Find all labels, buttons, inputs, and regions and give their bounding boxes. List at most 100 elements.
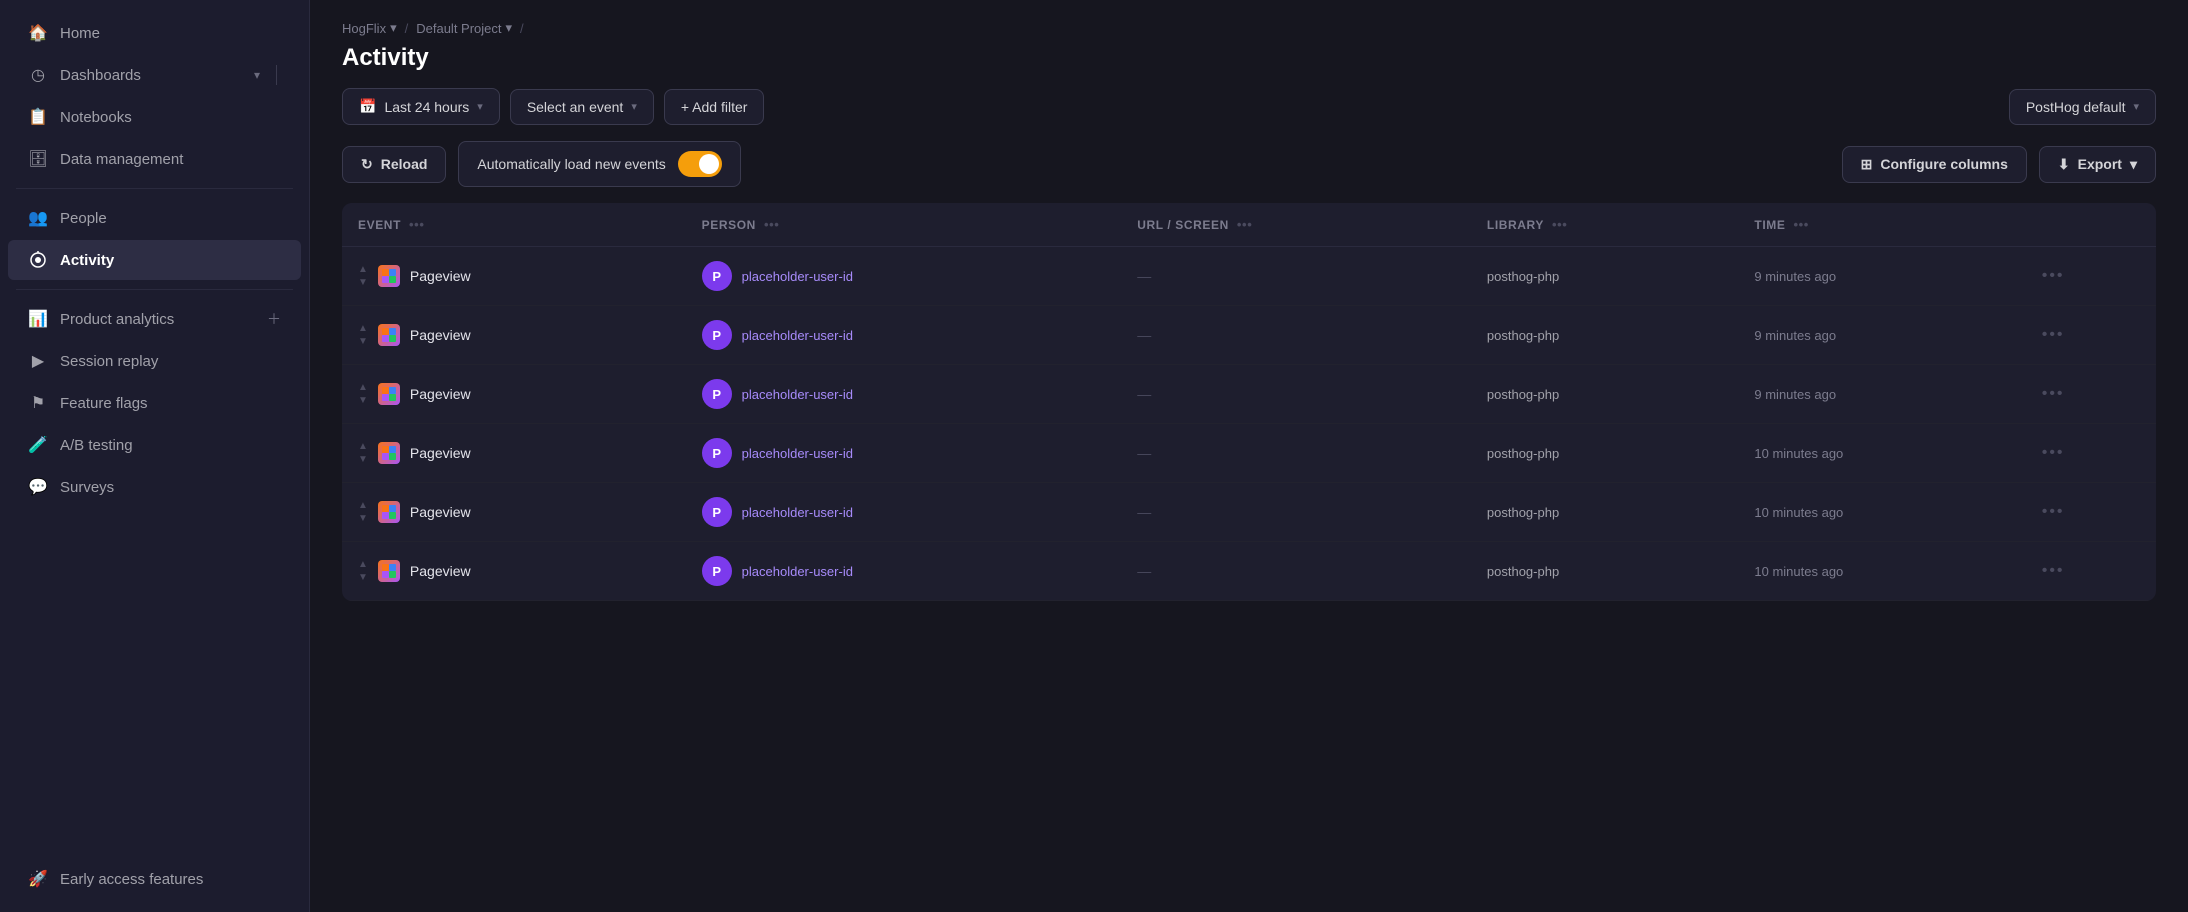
event-cell: ▲ ▼ Pageview xyxy=(342,424,686,483)
col-menu-icon[interactable]: ••• xyxy=(764,217,779,232)
col-menu-icon[interactable]: ••• xyxy=(409,217,424,232)
table-row[interactable]: ▲ ▼ Pageview P placeholder-user-id xyxy=(342,542,2156,601)
sidebar-item-product-analytics[interactable]: 📊 Product analytics ＋ xyxy=(8,299,301,339)
row-menu-button[interactable]: ••• xyxy=(2042,385,2065,402)
row-actions-cell: ••• xyxy=(2026,483,2156,542)
library-name: posthog-php xyxy=(1487,505,1559,520)
row-menu-button[interactable]: ••• xyxy=(2042,326,2065,343)
event-type-icon xyxy=(378,442,400,464)
expand-arrows[interactable]: ▲ ▼ xyxy=(358,559,368,583)
expand-arrows[interactable]: ▲ ▼ xyxy=(358,264,368,288)
reload-button[interactable]: ↻ Reload xyxy=(342,146,446,183)
table-row[interactable]: ▲ ▼ Pageview P placeholder-user-id xyxy=(342,306,2156,365)
library-cell: posthog-php xyxy=(1471,365,1739,424)
time-range-button[interactable]: 📅 Last 24 hours ▾ xyxy=(342,88,500,125)
breadcrumb-project[interactable]: Default Project ▾ xyxy=(416,20,512,36)
person-id[interactable]: placeholder-user-id xyxy=(742,564,853,579)
export-icon: ⬇ xyxy=(2058,156,2070,173)
breadcrumb-org[interactable]: HogFlix ▾ xyxy=(342,20,397,36)
person-id[interactable]: placeholder-user-id xyxy=(742,505,853,520)
col-menu-icon[interactable]: ••• xyxy=(1793,217,1808,232)
home-icon: 🏠 xyxy=(28,23,48,43)
event-type-icon xyxy=(378,265,400,287)
sidebar-item-dashboards[interactable]: ◷ Dashboards ▾ xyxy=(8,55,301,95)
expand-arrows[interactable]: ▲ ▼ xyxy=(358,500,368,524)
add-filter-button[interactable]: + Add filter xyxy=(664,89,765,125)
sidebar-item-label: Early access features xyxy=(60,871,281,888)
sidebar-item-early-access[interactable]: 🚀 Early access features xyxy=(8,859,301,899)
sidebar-item-label: Session replay xyxy=(60,353,281,370)
expand-arrows[interactable]: ▲ ▼ xyxy=(358,441,368,465)
col-menu-icon[interactable]: ••• xyxy=(1552,217,1567,232)
theme-button[interactable]: PostHog default ▾ xyxy=(2009,89,2156,125)
toolbar: 📅 Last 24 hours ▾ Select an event ▾ + Ad… xyxy=(310,88,2188,141)
sidebar-divider-2 xyxy=(16,289,293,290)
row-menu-button[interactable]: ••• xyxy=(2042,562,2065,579)
sidebar: 🏠 Home ◷ Dashboards ▾ 📋 Notebooks 🗄 Data… xyxy=(0,0,310,912)
reload-label: Reload xyxy=(381,156,428,172)
col-person: PERSON ••• xyxy=(686,203,1122,247)
sidebar-item-ab-testing[interactable]: 🧪 A/B testing xyxy=(8,425,301,465)
table-row[interactable]: ▲ ▼ Pageview P placeholder-user-id xyxy=(342,365,2156,424)
person-id[interactable]: placeholder-user-id xyxy=(742,387,853,402)
time-value: 10 minutes ago xyxy=(1754,564,1843,579)
table-row[interactable]: ▲ ▼ Pageview P placeholder-user-id xyxy=(342,424,2156,483)
expand-arrows[interactable]: ▲ ▼ xyxy=(358,382,368,406)
table-container: EVENT ••• PERSON ••• URL / SCREEN xyxy=(310,203,2188,912)
sidebar-item-data-management[interactable]: 🗄 Data management xyxy=(8,139,301,179)
time-value: 10 minutes ago xyxy=(1754,505,1843,520)
notebooks-icon: 📋 xyxy=(28,107,48,127)
time-range-label: Last 24 hours xyxy=(384,99,469,115)
sidebar-item-home[interactable]: 🏠 Home xyxy=(8,13,301,53)
row-menu-button[interactable]: ••• xyxy=(2042,503,2065,520)
person-cell: P placeholder-user-id xyxy=(686,542,1122,601)
col-actions xyxy=(2026,203,2156,247)
select-event-label: Select an event xyxy=(527,99,624,115)
event-cell: ▲ ▼ Pageview xyxy=(342,247,686,306)
chevron-down-icon: ▾ xyxy=(631,100,637,113)
person-cell: P placeholder-user-id xyxy=(686,483,1122,542)
table-row[interactable]: ▲ ▼ Pageview P placeholder-user-id xyxy=(342,247,2156,306)
sidebar-item-people[interactable]: 👥 People xyxy=(8,198,301,238)
sidebar-item-label: Activity xyxy=(60,252,281,269)
auto-load-toggle[interactable] xyxy=(678,151,722,177)
sidebar-item-activity[interactable]: Activity xyxy=(8,240,301,280)
page-title: Activity xyxy=(342,40,2156,88)
sidebar-item-label: Surveys xyxy=(60,479,281,496)
sidebar-item-session-replay[interactable]: ▶ Session replay xyxy=(8,341,301,381)
configure-columns-button[interactable]: ⊞ Configure columns xyxy=(1842,146,2027,183)
person-id[interactable]: placeholder-user-id xyxy=(742,446,853,461)
sidebar-item-label: A/B testing xyxy=(60,437,281,454)
main-content: HogFlix ▾ / Default Project ▾ / Activity… xyxy=(310,0,2188,912)
avatar: P xyxy=(702,497,732,527)
row-menu-button[interactable]: ••• xyxy=(2042,267,2065,284)
table-row[interactable]: ▲ ▼ Pageview P placeholder-user-id xyxy=(342,483,2156,542)
col-menu-icon[interactable]: ••• xyxy=(1237,217,1252,232)
surveys-icon: 💬 xyxy=(28,477,48,497)
plus-icon[interactable]: ＋ xyxy=(267,309,281,329)
select-event-button[interactable]: Select an event ▾ xyxy=(510,89,654,125)
row-actions-cell: ••• xyxy=(2026,365,2156,424)
person-id[interactable]: placeholder-user-id xyxy=(742,328,853,343)
avatar: P xyxy=(702,261,732,291)
session-replay-icon: ▶ xyxy=(28,351,48,371)
sidebar-item-feature-flags[interactable]: ⚑ Feature flags xyxy=(8,383,301,423)
sidebar-item-notebooks[interactable]: 📋 Notebooks xyxy=(8,97,301,137)
expand-arrows[interactable]: ▲ ▼ xyxy=(358,323,368,347)
url-cell: — xyxy=(1121,483,1471,542)
time-value: 9 minutes ago xyxy=(1754,269,1836,284)
person-id[interactable]: placeholder-user-id xyxy=(742,269,853,284)
library-cell: posthog-php xyxy=(1471,306,1739,365)
event-type-icon xyxy=(378,501,400,523)
export-button[interactable]: ⬇ Export ▾ xyxy=(2039,146,2156,183)
sidebar-item-surveys[interactable]: 💬 Surveys xyxy=(8,467,301,507)
event-cell: ▲ ▼ Pageview xyxy=(342,365,686,424)
row-menu-button[interactable]: ••• xyxy=(2042,444,2065,461)
person-cell: P placeholder-user-id xyxy=(686,306,1122,365)
row-actions-cell: ••• xyxy=(2026,542,2156,601)
row-actions-cell: ••• xyxy=(2026,306,2156,365)
person-cell: P placeholder-user-id xyxy=(686,424,1122,483)
rocket-icon: 🚀 xyxy=(28,869,48,889)
breadcrumb-separator: / xyxy=(405,21,409,36)
event-cell: ▲ ▼ Pageview xyxy=(342,483,686,542)
